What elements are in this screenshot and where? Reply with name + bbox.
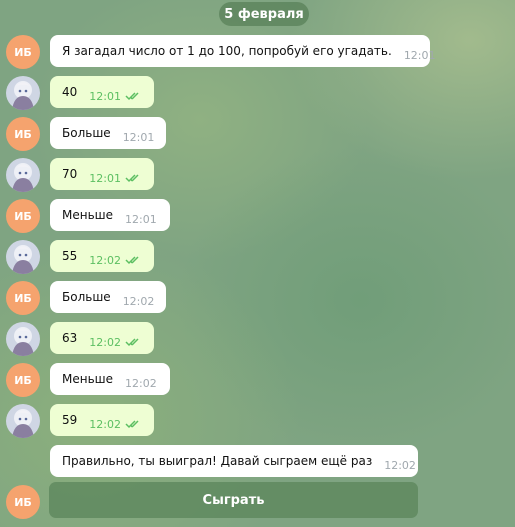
- message-row: ИБ Больше 12:01: [0, 117, 515, 157]
- double-check-icon: [125, 337, 143, 347]
- message-row: 63 12:02: [0, 322, 515, 362]
- message-text: 40: [62, 85, 78, 99]
- bot-avatar[interactable]: ИБ: [6, 281, 40, 315]
- double-check-icon: [125, 419, 143, 429]
- message-time: 12:01: [403, 48, 436, 62]
- message-row: 55 12:02: [0, 240, 515, 280]
- message-row: ИБ Меньше 12:01: [0, 199, 515, 239]
- bot-avatar[interactable]: ИБ: [6, 363, 40, 397]
- incoming-message: Я загадал число от 1 до 100, попробуй ег…: [50, 35, 436, 67]
- message-time: 12:02: [125, 376, 157, 390]
- user-avatar[interactable]: [6, 158, 40, 192]
- date-divider: 5 февраля: [219, 2, 309, 26]
- message-text: 59: [62, 413, 78, 427]
- message-time: 12:02: [89, 253, 121, 267]
- user-avatar[interactable]: [6, 404, 40, 438]
- user-avatar[interactable]: [6, 240, 40, 274]
- outgoing-message: 40 12:01: [50, 76, 154, 108]
- message-row: 70 12:01: [0, 158, 515, 198]
- anime-character-avatar-icon: [6, 240, 40, 274]
- incoming-message: Больше 12:01: [50, 117, 166, 149]
- bot-avatar[interactable]: ИБ: [6, 117, 40, 151]
- message-text: Я загадал число от 1 до 100, попробуй ег…: [62, 44, 392, 58]
- bot-avatar[interactable]: ИБ: [6, 199, 40, 233]
- anime-character-avatar-icon: [6, 404, 40, 438]
- incoming-message: Меньше 12:01: [50, 199, 170, 231]
- anime-character-avatar-icon: [6, 76, 40, 110]
- message-time: 12:01: [122, 130, 155, 144]
- message-text: 63: [62, 331, 78, 345]
- message-text: Правильно, ты выиграл! Давай сыграем ещё…: [62, 454, 373, 468]
- double-check-icon: [125, 173, 143, 183]
- message-time: 12:01: [89, 89, 121, 103]
- message-time: 12:02: [89, 335, 121, 349]
- message-text: Меньше: [62, 372, 114, 386]
- message-text: Больше: [62, 126, 111, 140]
- message-time: 12:02: [122, 294, 155, 308]
- incoming-message: Меньше 12:02: [50, 363, 170, 395]
- play-again-button[interactable]: Сыграть: [49, 482, 418, 518]
- message-text: 70: [62, 167, 78, 181]
- bot-avatar[interactable]: ИБ: [6, 35, 40, 69]
- message-text: 55: [62, 249, 78, 263]
- message-time: 12:02: [89, 417, 121, 431]
- message-text: Больше: [62, 290, 111, 304]
- incoming-message: Правильно, ты выиграл! Давай сыграем ещё…: [50, 445, 418, 477]
- incoming-message: Больше 12:02: [50, 281, 166, 313]
- anime-character-avatar-icon: [6, 158, 40, 192]
- user-avatar[interactable]: [6, 76, 40, 110]
- outgoing-message: 70 12:01: [50, 158, 154, 190]
- message-text: Меньше: [62, 208, 114, 222]
- message-row: ИБ Больше 12:02: [0, 281, 515, 321]
- bot-avatar[interactable]: ИБ: [6, 485, 40, 519]
- message-time: 12:01: [89, 171, 121, 185]
- double-check-icon: [125, 91, 143, 101]
- message-row: 40 12:01: [0, 76, 515, 116]
- message-row: ИБ Я загадал число от 1 до 100, попробуй…: [0, 35, 515, 75]
- message-row: ИБ Меньше 12:02: [0, 363, 515, 403]
- outgoing-message: 55 12:02: [50, 240, 154, 272]
- anime-character-avatar-icon: [6, 322, 40, 356]
- message-time: 12:01: [125, 212, 157, 226]
- message-time: 12:02: [384, 458, 416, 472]
- outgoing-message: 63 12:02: [50, 322, 154, 354]
- message-row: 59 12:02: [0, 404, 515, 444]
- outgoing-message: 59 12:02: [50, 404, 154, 436]
- double-check-icon: [125, 255, 143, 265]
- user-avatar[interactable]: [6, 322, 40, 356]
